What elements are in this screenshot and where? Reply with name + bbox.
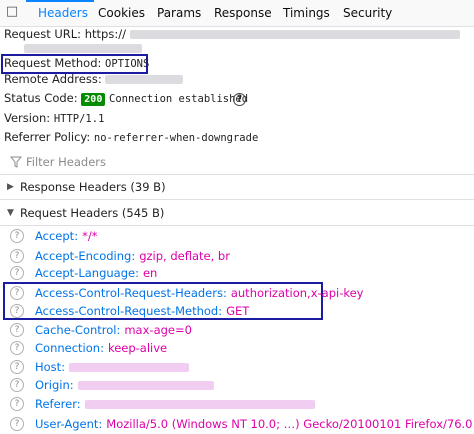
redacted-url [129, 30, 460, 39]
filter-icon [10, 156, 22, 168]
status-text[interactable]: Connection established [109, 93, 248, 105]
header-name: Accept-Language: [35, 266, 139, 280]
filter-headers[interactable]: Filter Headers [0, 150, 474, 175]
version-label: Version: [4, 111, 51, 125]
request-header-row[interactable]: ? Referer: [0, 394, 474, 414]
status-code-row: Status Code: 200 Connection established [4, 89, 248, 107]
tab-headers[interactable]: Headers [38, 0, 88, 26]
header-help-icon[interactable]: ? [10, 360, 24, 374]
status-code-label: Status Code: [4, 91, 78, 105]
remote-address-label: Remote Address: [4, 72, 102, 86]
header-help-icon[interactable]: ? [10, 249, 24, 263]
request-method-value[interactable]: OPTIONS [105, 58, 149, 70]
filter-input[interactable]: Filter Headers [26, 150, 106, 174]
header-help-icon[interactable]: ? [10, 304, 24, 318]
request-method-label: Request Method: [4, 56, 102, 70]
header-name: Connection: [35, 341, 104, 355]
remote-address-row: Remote Address: [4, 70, 184, 88]
request-header-row[interactable]: ? Accept-Language: en [0, 263, 474, 283]
header-help-icon[interactable]: ? [10, 397, 24, 411]
header-help-icon[interactable]: ? [10, 286, 24, 300]
request-headers-label: Request Headers (545 B) [20, 206, 165, 220]
request-header-row[interactable]: ? Connection: keep-alive [0, 338, 474, 358]
request-headers-section[interactable]: ▼ Request Headers (545 B) [0, 201, 474, 226]
referrer-policy-value[interactable]: no-referrer-when-downgrade [94, 132, 258, 144]
header-value[interactable]: keep-alive [108, 338, 167, 358]
header-value[interactable]: Mozilla/5.0 (Windows NT 10.0; …) Gecko/2… [106, 414, 472, 434]
redacted-header-value [69, 363, 190, 372]
version-value[interactable]: HTTP/1.1 [54, 113, 105, 125]
redacted-url-tail [24, 44, 142, 53]
header-help-icon[interactable]: ? [10, 229, 24, 243]
redacted-header-value [84, 400, 315, 409]
header-name: Access-Control-Request-Method: [35, 304, 223, 318]
request-header-row[interactable]: ? Access-Control-Request-Method: GET [0, 301, 474, 321]
header-name: Host: [35, 360, 66, 374]
header-name: Accept: [35, 229, 79, 243]
response-headers-section[interactable]: ▶ Response Headers (39 B) [0, 175, 474, 200]
request-header-row[interactable]: ? Cache-Control: max-age=0 [0, 320, 474, 340]
referrer-policy-label: Referrer Policy: [4, 130, 91, 144]
header-help-icon[interactable]: ? [10, 323, 24, 337]
status-code-badge: 200 [81, 93, 106, 106]
header-name: Origin: [35, 378, 74, 392]
header-name: Referer: [35, 397, 81, 411]
header-help-icon[interactable]: ? [10, 341, 24, 355]
version-row: Version: HTTP/1.1 [4, 109, 104, 127]
header-value[interactable]: max-age=0 [124, 320, 192, 340]
header-name: Cache-Control: [35, 323, 121, 337]
selected-tab-indicator [26, 0, 94, 2]
referrer-policy-row: Referrer Policy: no-referrer-when-downgr… [4, 128, 258, 146]
tab-security[interactable]: Security [343, 0, 392, 26]
request-header-row[interactable]: ? Host: [0, 357, 474, 377]
header-help-icon[interactable]: ? [10, 417, 24, 431]
header-name: User-Agent: [35, 417, 103, 431]
redacted-header-value [77, 381, 214, 390]
tab-params[interactable]: Params [157, 0, 201, 26]
header-help-icon[interactable]: ? [10, 266, 24, 280]
header-value[interactable]: authorization,x-api-key [231, 283, 364, 303]
expand-arrow-icon[interactable]: ▶ [7, 175, 14, 199]
redacted-remote-address [105, 75, 184, 84]
header-name: Access-Control-Request-Headers: [35, 286, 227, 300]
tab-cookies[interactable]: Cookies [98, 0, 145, 26]
tab-response[interactable]: Response [214, 0, 272, 26]
request-header-row[interactable]: ? User-Agent: Mozilla/5.0 (Windows NT 10.0… [0, 414, 474, 434]
tab-timings[interactable]: Timings [283, 0, 330, 26]
header-help-icon[interactable]: ? [10, 378, 24, 392]
tab-bar: □ Headers Cookies Params Response Timing… [0, 0, 474, 27]
header-value[interactable]: GET [226, 301, 249, 321]
request-header-row[interactable]: ? Access-Control-Request-Headers: authoriz… [0, 283, 474, 303]
header-value[interactable]: */* [82, 226, 97, 246]
collapse-arrow-icon[interactable]: ▼ [7, 201, 14, 225]
toggle-panel-icon[interactable]: □ [4, 3, 20, 21]
header-value[interactable]: en [143, 263, 157, 283]
help-icon[interactable]: ? [233, 92, 246, 106]
request-header-row[interactable]: ? Accept: */* [0, 226, 474, 246]
response-headers-label: Response Headers (39 B) [20, 180, 166, 194]
request-header-row[interactable]: ? Origin: [0, 375, 474, 395]
